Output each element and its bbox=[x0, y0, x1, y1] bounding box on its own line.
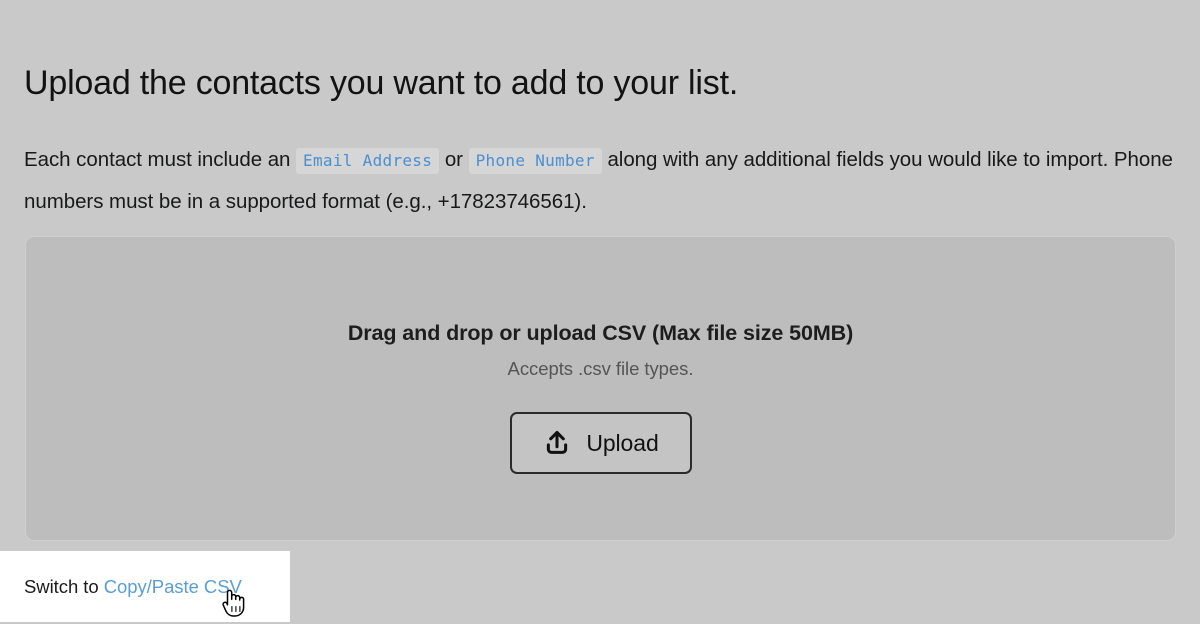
email-address-code-chip: Email Address bbox=[296, 147, 440, 174]
switch-mode-panel: Switch to Copy/Paste CSV bbox=[0, 551, 290, 622]
intro-text-between-chips: or bbox=[439, 147, 469, 171]
switch-mode-prefix: Switch to bbox=[24, 575, 104, 597]
intro-text-before-email-chip: Each contact must include an bbox=[24, 147, 297, 171]
upload-arrow-icon bbox=[542, 428, 572, 458]
upload-button-label: Upload bbox=[586, 429, 659, 456]
upload-contacts-page: Upload the contacts you want to add to y… bbox=[0, 0, 1200, 622]
upload-button[interactable]: Upload bbox=[509, 412, 692, 474]
switch-mode-row: Switch to Copy/Paste CSV bbox=[24, 575, 242, 599]
dropzone-subtitle: Accepts .csv file types. bbox=[507, 358, 694, 379]
csv-dropzone[interactable]: Drag and drop or upload CSV (Max file si… bbox=[25, 236, 1176, 541]
page-title: Upload the contacts you want to add to y… bbox=[24, 63, 739, 102]
intro-paragraph: Each contact must include an Email Addre… bbox=[24, 139, 1189, 222]
copy-paste-csv-link[interactable]: Copy/Paste CSV bbox=[104, 576, 242, 597]
phone-number-code-chip: Phone Number bbox=[468, 147, 602, 174]
dropzone-title: Drag and drop or upload CSV (Max file si… bbox=[347, 321, 854, 345]
